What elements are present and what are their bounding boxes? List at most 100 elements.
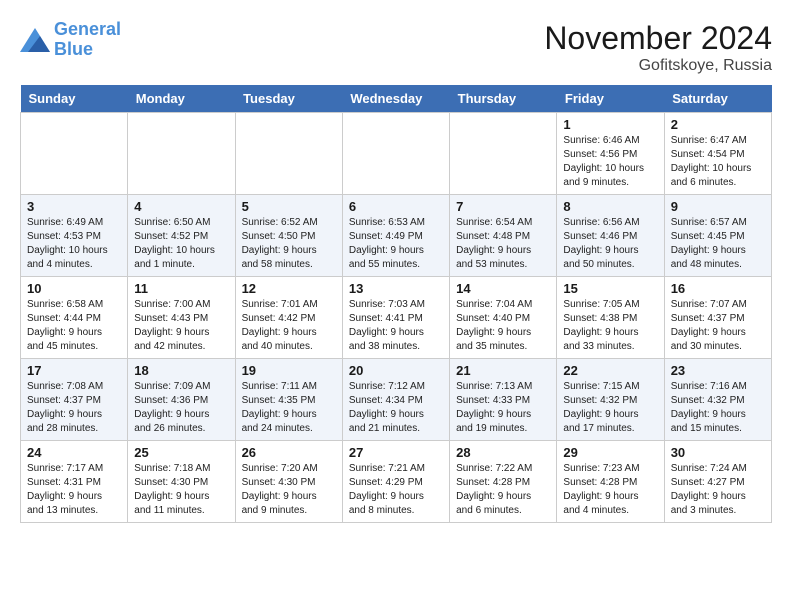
day-number: 11 [134, 281, 228, 296]
day-info: Sunrise: 7:05 AM Sunset: 4:38 PM Dayligh… [563, 298, 657, 354]
calendar-week-row: 17 Sunrise: 7:08 AM Sunset: 4:37 PM Dayli… [21, 359, 772, 441]
day-info: Sunrise: 7:17 AM Sunset: 4:31 PM Dayligh… [27, 462, 121, 518]
weekday-header-sunday: Sunday [21, 85, 128, 113]
day-info: Sunrise: 6:52 AM Sunset: 4:50 PM Dayligh… [242, 216, 336, 272]
day-info: Sunrise: 7:01 AM Sunset: 4:42 PM Dayligh… [242, 298, 336, 354]
day-number: 1 [563, 117, 657, 132]
calendar-cell [235, 113, 342, 195]
day-number: 6 [349, 199, 443, 214]
calendar-cell: 14 Sunrise: 7:04 AM Sunset: 4:40 PM Dayli… [450, 277, 557, 359]
location: Gofitskoye, Russia [544, 57, 772, 75]
day-number: 12 [242, 281, 336, 296]
calendar-week-row: 1 Sunrise: 6:46 AM Sunset: 4:56 PM Daylig… [21, 113, 772, 195]
day-number: 3 [27, 199, 121, 214]
day-number: 27 [349, 445, 443, 460]
day-number: 24 [27, 445, 121, 460]
calendar-week-row: 10 Sunrise: 6:58 AM Sunset: 4:44 PM Dayli… [21, 277, 772, 359]
calendar-cell: 28Sunrise: 7:22 AM Sunset: 4:28 PM Dayli… [450, 441, 557, 523]
day-info: Sunrise: 7:04 AM Sunset: 4:40 PM Dayligh… [456, 298, 550, 354]
calendar-cell: 22 Sunrise: 7:15 AM Sunset: 4:32 PM Dayli… [557, 359, 664, 441]
day-info: Sunrise: 6:56 AM Sunset: 4:46 PM Dayligh… [563, 216, 657, 272]
day-info: Sunrise: 7:20 AM Sunset: 4:30 PM Dayligh… [242, 462, 336, 518]
calendar-cell: 25Sunrise: 7:18 AM Sunset: 4:30 PM Dayli… [128, 441, 235, 523]
day-number: 20 [349, 363, 443, 378]
calendar-cell: 15 Sunrise: 7:05 AM Sunset: 4:38 PM Dayli… [557, 277, 664, 359]
calendar-cell: 20 Sunrise: 7:12 AM Sunset: 4:34 PM Dayli… [342, 359, 449, 441]
day-number: 4 [134, 199, 228, 214]
day-info: Sunrise: 7:00 AM Sunset: 4:43 PM Dayligh… [134, 298, 228, 354]
day-info: Sunrise: 7:12 AM Sunset: 4:34 PM Dayligh… [349, 380, 443, 436]
calendar-cell: 29Sunrise: 7:23 AM Sunset: 4:28 PM Dayli… [557, 441, 664, 523]
day-info: Sunrise: 6:58 AM Sunset: 4:44 PM Dayligh… [27, 298, 121, 354]
calendar-table: SundayMondayTuesdayWednesdayThursdayFrid… [20, 85, 772, 523]
logo: General Blue [20, 20, 121, 60]
day-info: Sunrise: 6:54 AM Sunset: 4:48 PM Dayligh… [456, 216, 550, 272]
calendar-cell: 19Sunrise: 7:11 AM Sunset: 4:35 PM Dayli… [235, 359, 342, 441]
day-number: 15 [563, 281, 657, 296]
calendar-cell: 9Sunrise: 6:57 AM Sunset: 4:45 PM Daylig… [664, 195, 771, 277]
day-info: Sunrise: 7:16 AM Sunset: 4:32 PM Dayligh… [671, 380, 765, 436]
weekday-header-row: SundayMondayTuesdayWednesdayThursdayFrid… [21, 85, 772, 113]
page-header: General Blue November 2024 Gofitskoye, R… [20, 20, 772, 75]
day-number: 10 [27, 281, 121, 296]
calendar-cell: 2 Sunrise: 6:47 AM Sunset: 4:54 PM Daylig… [664, 113, 771, 195]
calendar-cell: 1 Sunrise: 6:46 AM Sunset: 4:56 PM Daylig… [557, 113, 664, 195]
calendar-cell: 13 Sunrise: 7:03 AM Sunset: 4:41 PM Dayli… [342, 277, 449, 359]
calendar-cell [342, 113, 449, 195]
day-info: Sunrise: 7:07 AM Sunset: 4:37 PM Dayligh… [671, 298, 765, 354]
day-number: 19 [242, 363, 336, 378]
day-info: Sunrise: 7:13 AM Sunset: 4:33 PM Dayligh… [456, 380, 550, 436]
calendar-cell: 21 Sunrise: 7:13 AM Sunset: 4:33 PM Dayli… [450, 359, 557, 441]
day-info: Sunrise: 6:46 AM Sunset: 4:56 PM Dayligh… [563, 134, 657, 190]
calendar-cell [21, 113, 128, 195]
day-info: Sunrise: 7:21 AM Sunset: 4:29 PM Dayligh… [349, 462, 443, 518]
day-info: Sunrise: 7:23 AM Sunset: 4:28 PM Dayligh… [563, 462, 657, 518]
logo-blue: Blue [54, 39, 93, 59]
calendar-cell: 26 Sunrise: 7:20 AM Sunset: 4:30 PM Dayli… [235, 441, 342, 523]
logo-name: General Blue [54, 20, 121, 60]
month-title: November 2024 [544, 20, 772, 57]
day-number: 16 [671, 281, 765, 296]
calendar-cell: 12 Sunrise: 7:01 AM Sunset: 4:42 PM Dayli… [235, 277, 342, 359]
calendar-cell: 6 Sunrise: 6:53 AM Sunset: 4:49 PM Daylig… [342, 195, 449, 277]
day-info: Sunrise: 7:24 AM Sunset: 4:27 PM Dayligh… [671, 462, 765, 518]
day-number: 17 [27, 363, 121, 378]
logo-general: General [54, 19, 121, 39]
day-number: 22 [563, 363, 657, 378]
day-number: 2 [671, 117, 765, 132]
calendar-cell: 30Sunrise: 7:24 AM Sunset: 4:27 PM Dayli… [664, 441, 771, 523]
day-number: 7 [456, 199, 550, 214]
day-number: 25 [134, 445, 228, 460]
calendar-cell: 27 Sunrise: 7:21 AM Sunset: 4:29 PM Dayli… [342, 441, 449, 523]
calendar-cell: 16 Sunrise: 7:07 AM Sunset: 4:37 PM Dayli… [664, 277, 771, 359]
calendar-week-row: 24 Sunrise: 7:17 AM Sunset: 4:31 PM Dayli… [21, 441, 772, 523]
calendar-cell: 7 Sunrise: 6:54 AM Sunset: 4:48 PM Daylig… [450, 195, 557, 277]
day-number: 28 [456, 445, 550, 460]
logo-icon [20, 28, 50, 52]
day-info: Sunrise: 7:08 AM Sunset: 4:37 PM Dayligh… [27, 380, 121, 436]
calendar-cell [450, 113, 557, 195]
day-info: Sunrise: 6:50 AM Sunset: 4:52 PM Dayligh… [134, 216, 228, 272]
day-number: 23 [671, 363, 765, 378]
weekday-header-thursday: Thursday [450, 85, 557, 113]
day-info: Sunrise: 7:15 AM Sunset: 4:32 PM Dayligh… [563, 380, 657, 436]
day-number: 26 [242, 445, 336, 460]
day-number: 8 [563, 199, 657, 214]
calendar-cell: 10 Sunrise: 6:58 AM Sunset: 4:44 PM Dayli… [21, 277, 128, 359]
weekday-header-monday: Monday [128, 85, 235, 113]
calendar-cell: 18Sunrise: 7:09 AM Sunset: 4:36 PM Dayli… [128, 359, 235, 441]
weekday-header-friday: Friday [557, 85, 664, 113]
day-info: Sunrise: 7:09 AM Sunset: 4:36 PM Dayligh… [134, 380, 228, 436]
calendar-cell: 23 Sunrise: 7:16 AM Sunset: 4:32 PM Dayli… [664, 359, 771, 441]
day-info: Sunrise: 6:49 AM Sunset: 4:53 PM Dayligh… [27, 216, 121, 272]
day-number: 14 [456, 281, 550, 296]
day-number: 13 [349, 281, 443, 296]
day-info: Sunrise: 7:03 AM Sunset: 4:41 PM Dayligh… [349, 298, 443, 354]
calendar-cell: 3 Sunrise: 6:49 AM Sunset: 4:53 PM Daylig… [21, 195, 128, 277]
calendar-cell: 8 Sunrise: 6:56 AM Sunset: 4:46 PM Daylig… [557, 195, 664, 277]
day-number: 21 [456, 363, 550, 378]
day-info: Sunrise: 6:53 AM Sunset: 4:49 PM Dayligh… [349, 216, 443, 272]
calendar-week-row: 3 Sunrise: 6:49 AM Sunset: 4:53 PM Daylig… [21, 195, 772, 277]
calendar-cell: 4 Sunrise: 6:50 AM Sunset: 4:52 PM Daylig… [128, 195, 235, 277]
day-info: Sunrise: 6:47 AM Sunset: 4:54 PM Dayligh… [671, 134, 765, 190]
